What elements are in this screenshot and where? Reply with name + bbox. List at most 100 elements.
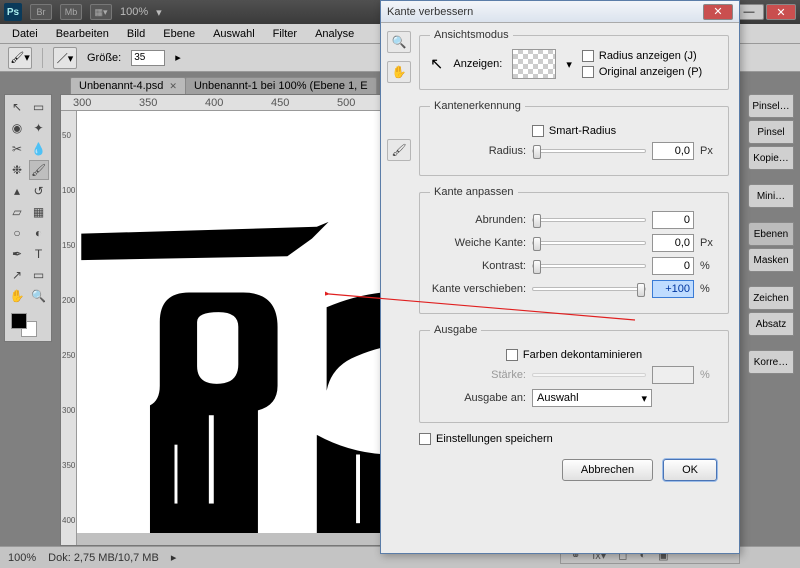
panel-tab-kopie[interactable]: Kopie… <box>748 146 794 170</box>
feather-unit: Px <box>700 237 718 249</box>
smooth-label: Abrunden: <box>430 214 526 226</box>
panel-tab-pinsel2[interactable]: Pinsel <box>748 120 794 144</box>
panel-tab-absatz[interactable]: Absatz <box>748 312 794 336</box>
hand-tool-icon[interactable]: ✋ <box>387 61 411 83</box>
dodge-tool-icon[interactable]: ◐ <box>29 223 49 243</box>
move-tool-icon[interactable]: ↖ <box>7 97 27 117</box>
ok-button[interactable]: OK <box>663 459 717 481</box>
zoom-indicator: 100% <box>120 6 148 18</box>
lasso-tool-icon[interactable]: ◉ <box>7 118 27 138</box>
toolbox: ↖ ▭ ◉ ✦ ✂ 💧 ❉ 🖌 ▴ ↺ ▱ ▦ ○ ◐ ✒ T ↗ ▭ ✋ 🔍 <box>4 94 52 342</box>
brush-tool-icon[interactable]: 🖌 <box>29 160 49 180</box>
edge-detection-legend: Kantenerkennung <box>430 100 525 112</box>
document-tab[interactable]: Unbenannt-1 bei 100% (Ebene 1, E <box>185 77 377 94</box>
tool-preset-icon[interactable]: 🖌▾ <box>8 47 32 69</box>
zoom-arrow-icon[interactable]: ▾ <box>156 6 162 19</box>
radius-input[interactable] <box>652 142 694 160</box>
shape-tool-icon[interactable]: ▭ <box>29 265 49 285</box>
path-tool-icon[interactable]: ↗ <box>7 265 27 285</box>
bridge-button[interactable]: Br <box>30 4 52 20</box>
output-to-label: Ausgabe an: <box>430 392 526 404</box>
eyedropper-tool-icon[interactable]: 💧 <box>29 139 49 159</box>
contrast-slider[interactable] <box>532 264 646 268</box>
eraser-tool-icon[interactable]: ▱ <box>7 202 27 222</box>
pen-tool-icon[interactable]: ✒ <box>7 244 27 264</box>
contrast-label: Kontrast: <box>430 260 526 272</box>
menu-filter[interactable]: Filter <box>265 26 305 42</box>
smart-radius-checkbox[interactable] <box>532 125 544 137</box>
stepper-icon[interactable]: ▸ <box>175 51 181 64</box>
shift-unit: % <box>700 283 718 295</box>
menu-auswahl[interactable]: Auswahl <box>205 26 263 42</box>
close-button[interactable]: ✕ <box>766 4 796 20</box>
separator <box>42 48 43 68</box>
feather-slider[interactable] <box>532 241 646 245</box>
decontaminate-checkbox[interactable] <box>506 349 518 361</box>
refine-brush-icon[interactable]: 🖌 <box>387 139 411 161</box>
menu-ebene[interactable]: Ebene <box>155 26 203 42</box>
menu-datei[interactable]: Datei <box>4 26 46 42</box>
show-label: Anzeigen: <box>453 58 502 70</box>
shift-input[interactable] <box>652 280 694 298</box>
remember-settings-checkbox[interactable] <box>419 433 431 445</box>
panel-tab-masken[interactable]: Masken <box>748 248 794 272</box>
history-brush-tool-icon[interactable]: ↺ <box>29 181 49 201</box>
panel-tab-pinsel[interactable]: Pinsel… <box>748 94 794 118</box>
radius-show-checkbox[interactable] <box>582 50 594 62</box>
view-preview-swatch[interactable] <box>512 49 556 79</box>
zoom-tool-icon[interactable]: 🔍 <box>29 286 49 306</box>
panel-tab-zeichen[interactable]: Zeichen <box>748 286 794 310</box>
radius-show-label: Radius anzeigen (J) <box>599 50 697 62</box>
color-swatches[interactable] <box>7 311 49 339</box>
size-input[interactable] <box>131 50 165 66</box>
smooth-input[interactable] <box>652 211 694 229</box>
ps-logo: Ps <box>4 3 22 21</box>
heal-tool-icon[interactable]: ❉ <box>7 160 27 180</box>
refine-edge-dialog: Kante verbessern ✕ 🔍 ✋ 🖌 Ansichtsmodus ↖… <box>380 0 740 554</box>
output-to-dropdown[interactable]: Auswahl▾ <box>532 389 652 407</box>
dialog-close-icon[interactable]: ✕ <box>703 4 733 20</box>
smart-radius-label: Smart-Radius <box>549 125 616 137</box>
menu-analyse[interactable]: Analyse <box>307 26 362 42</box>
crop-tool-icon[interactable]: ✂ <box>7 139 27 159</box>
blur-tool-icon[interactable]: ○ <box>7 223 27 243</box>
stamp-tool-icon[interactable]: ▴ <box>7 181 27 201</box>
wand-tool-icon[interactable]: ✦ <box>29 118 49 138</box>
screen-mode-button[interactable]: ▦▾ <box>90 4 112 20</box>
marquee-tool-icon[interactable]: ▭ <box>29 97 49 117</box>
shift-label: Kante verschieben: <box>430 283 526 295</box>
chevron-down-icon: ▾ <box>641 392 647 405</box>
hand-tool-icon[interactable]: ✋ <box>7 286 27 306</box>
brush-preview-icon[interactable]: ／▾ <box>53 47 77 69</box>
radius-label: Radius: <box>430 145 526 157</box>
smooth-slider[interactable] <box>532 218 646 222</box>
type-tool-icon[interactable]: T <box>29 244 49 264</box>
remember-settings-label: Einstellungen speichern <box>436 433 553 445</box>
gradient-tool-icon[interactable]: ▦ <box>29 202 49 222</box>
radius-slider[interactable] <box>532 149 646 153</box>
contrast-input[interactable] <box>652 257 694 275</box>
panel-tab-mini[interactable]: Mini… <box>748 184 794 208</box>
zoom-tool-icon[interactable]: 🔍 <box>387 31 411 53</box>
panel-dock: Pinsel… Pinsel Kopie… Mini… Ebenen Maske… <box>748 94 794 374</box>
output-legend: Ausgabe <box>430 324 481 336</box>
fg-color-swatch[interactable] <box>11 313 27 329</box>
status-zoom[interactable]: 100% <box>8 552 36 564</box>
edge-detection-group: Kantenerkennung Smart-Radius Radius: Px <box>419 100 729 176</box>
panel-tab-ebenen[interactable]: Ebenen <box>748 222 794 246</box>
adjust-edge-group: Kante anpassen Abrunden: Weiche Kante: P… <box>419 186 729 314</box>
menu-bild[interactable]: Bild <box>119 26 153 42</box>
document-tab[interactable]: Unbenannt-4.psd✕ <box>70 77 186 94</box>
close-tab-icon[interactable]: ✕ <box>169 81 177 92</box>
minibridge-button[interactable]: Mb <box>60 4 82 20</box>
status-arrow-icon[interactable]: ▸ <box>171 551 177 564</box>
menu-bearbeiten[interactable]: Bearbeiten <box>48 26 117 42</box>
dropdown-arrow-icon[interactable]: ▾ <box>566 58 572 71</box>
original-show-checkbox[interactable] <box>582 66 594 78</box>
shift-slider[interactable] <box>532 287 646 291</box>
cancel-button[interactable]: Abbrechen <box>562 459 653 481</box>
ruler-vertical: 50100150200250300350400 <box>61 111 77 545</box>
feather-input[interactable] <box>652 234 694 252</box>
panel-tab-korre[interactable]: Korre… <box>748 350 794 374</box>
dialog-titlebar[interactable]: Kante verbessern ✕ <box>381 1 739 23</box>
